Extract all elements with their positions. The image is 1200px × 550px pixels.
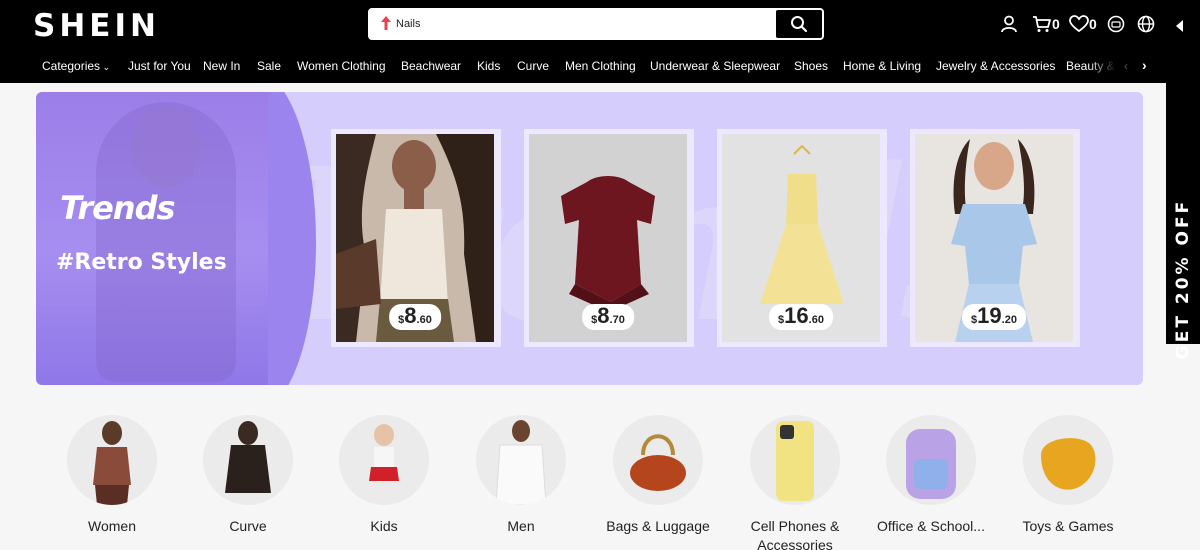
nav-item[interactable]: Jewelry & Accessories	[936, 57, 1055, 75]
category-toys-games[interactable]: Toys & Games	[998, 415, 1138, 536]
trends-logo: Trends	[60, 189, 176, 227]
product-card[interactable]: $19.20	[910, 129, 1080, 347]
category-women[interactable]: Women	[42, 415, 182, 536]
category-label: Curve	[229, 518, 267, 534]
search-input[interactable]	[370, 10, 774, 38]
chevron-down-icon: ⌄	[100, 62, 111, 72]
category-image	[1023, 415, 1113, 505]
price-tag: $8.60	[389, 304, 441, 330]
cart-icon	[1033, 16, 1051, 32]
product-image: $19.20	[915, 134, 1073, 342]
nav-item[interactable]: Curve	[517, 57, 549, 75]
nav-item[interactable]: Sale	[257, 57, 281, 75]
product-card[interactable]: $8.60	[331, 129, 501, 347]
nav-item[interactable]: Just for You	[128, 57, 191, 75]
banner-hashtag: #Retro Styles	[56, 250, 227, 275]
nav-item[interactable]: Women Clothing	[297, 57, 386, 75]
cart-button[interactable]: 0	[1032, 13, 1069, 35]
category-image	[67, 415, 157, 505]
product-image: $16.60	[722, 134, 880, 342]
product-card[interactable]: $16.60	[717, 129, 887, 347]
promo-text: GET 20% OFF	[1173, 198, 1193, 360]
nav-item[interactable]: Men Clothing	[565, 57, 636, 75]
price-tag: $19.20	[962, 304, 1026, 330]
customer-service-icon	[1107, 15, 1125, 33]
wishlist-button[interactable]: 0	[1069, 13, 1107, 35]
nav-item[interactable]: New In	[203, 57, 240, 75]
category-kids[interactable]: Kids	[314, 415, 454, 536]
nav-item[interactable]: Home & Living	[843, 57, 921, 75]
category-nav: Categories ⌄ Just for You New In Sale Wo…	[0, 57, 1200, 75]
nav-next-icon[interactable]: ›	[1142, 58, 1147, 72]
price-tag: $8.70	[582, 304, 634, 330]
collapse-arrow-icon[interactable]	[1176, 20, 1183, 32]
product-card[interactable]: $8.70	[524, 129, 694, 347]
category-label: Bags & Luggage	[606, 518, 710, 534]
nav-item[interactable]: Kids	[477, 57, 500, 75]
account-button[interactable]	[1000, 13, 1032, 35]
header-icons: 0 0	[1000, 13, 1161, 35]
category-label: Kids	[370, 518, 398, 534]
wishlist-count: 0	[1089, 16, 1097, 32]
category-image	[203, 415, 293, 505]
top-header: SHEIN 0	[0, 0, 1200, 83]
globe-icon	[1137, 15, 1155, 33]
product-image: $8.60	[336, 134, 494, 342]
search-icon	[791, 16, 808, 33]
product-image: $8.70	[529, 134, 687, 342]
category-label: Toys & Games	[1022, 518, 1114, 534]
category-office-school[interactable]: Office & School...	[861, 415, 1001, 536]
category-image	[613, 415, 703, 505]
category-curve[interactable]: Curve	[178, 415, 318, 536]
nav-item[interactable]: Beachwear	[401, 57, 461, 75]
category-label: Men	[507, 518, 535, 534]
search-bar	[368, 8, 824, 40]
banner-left-panel	[36, 92, 268, 385]
nav-fade	[1088, 55, 1128, 77]
nav-item-categories[interactable]: Categories ⌄	[42, 57, 110, 76]
category-image	[886, 415, 976, 505]
category-men[interactable]: Men	[451, 415, 591, 536]
nav-prev-icon[interactable]: ‹	[1124, 60, 1128, 72]
language-button[interactable]	[1137, 13, 1161, 35]
category-label: Office & School...	[877, 518, 985, 534]
category-label: Women	[88, 518, 136, 534]
nav-item[interactable]: Shoes	[794, 57, 828, 75]
price-tag: $16.60	[769, 304, 833, 330]
category-bags-luggage[interactable]: Bags & Luggage	[588, 415, 728, 536]
cart-count: 0	[1052, 16, 1060, 32]
nav-item[interactable]: Underwear & Sleepwear	[650, 57, 780, 75]
category-image	[339, 415, 429, 505]
user-icon	[1001, 15, 1017, 33]
trends-banner[interactable]: Trends Trends #Retro Styles $8.60	[36, 92, 1143, 385]
category-image	[750, 415, 840, 505]
support-button[interactable]	[1107, 13, 1137, 35]
banner-model-head	[131, 107, 201, 187]
shein-logo[interactable]: SHEIN	[33, 8, 160, 44]
search-button[interactable]	[776, 10, 822, 38]
heart-icon	[1069, 15, 1089, 33]
category-cell-phones[interactable]: Cell Phones & Accessories	[725, 415, 865, 550]
category-image	[476, 415, 566, 505]
get-20-off-promo[interactable]: GET 20% OFF	[1166, 83, 1200, 359]
category-label: Cell Phones & Accessories	[750, 518, 840, 550]
